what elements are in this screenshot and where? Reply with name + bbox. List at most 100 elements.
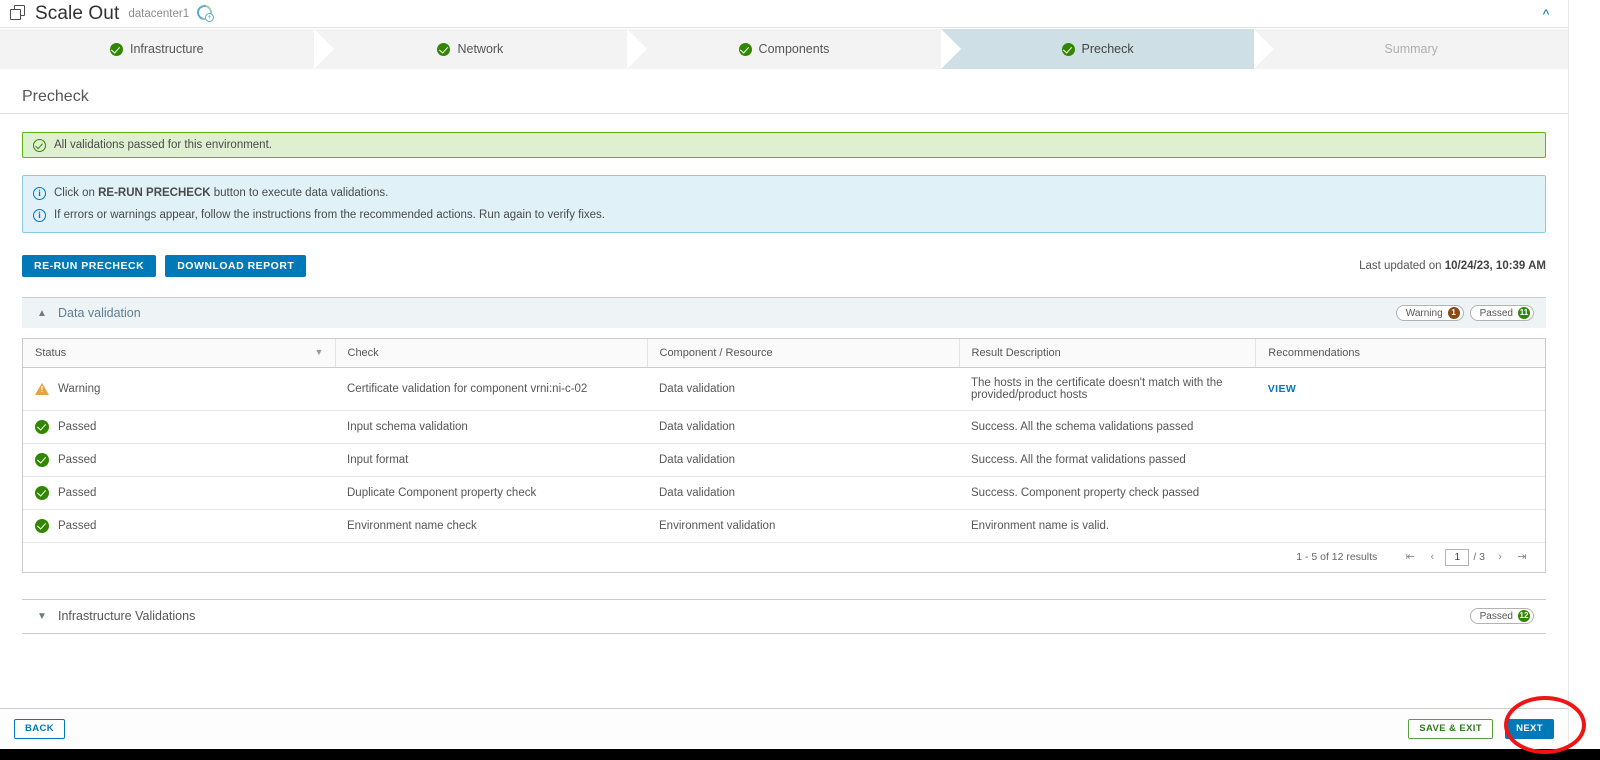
step-components[interactable]: Components (627, 29, 961, 69)
data-validation-accordion-header[interactable]: ▲ Data validation Warning 1 Passed 11 (22, 298, 1546, 328)
cell-status: Passed (23, 443, 335, 477)
last-page-icon[interactable]: ⇥ (1513, 548, 1531, 566)
info-circle-icon: i (33, 208, 46, 222)
step-infrastructure[interactable]: Infrastructure (0, 29, 334, 69)
cell-result: Environment name is valid. (971, 519, 1110, 532)
app-title: Scale Out (35, 2, 120, 24)
passed-badge-count: 12 (1518, 610, 1530, 622)
passed-badge-label: Passed (1479, 307, 1513, 319)
cell-status: Warning (23, 367, 335, 411)
column-header-status[interactable]: Status ▼ (23, 339, 336, 368)
success-check-icon (35, 452, 49, 467)
right-margin-strip (1568, 0, 1600, 749)
back-button[interactable]: BACK (14, 718, 66, 739)
infrastructure-validations-card: ▼ Infrastructure Validations Passed 12 (22, 598, 1546, 634)
table-header-row: Status ▼ Check Component / Resource Resu… (23, 339, 1545, 368)
cell-component: Data validation (647, 367, 959, 411)
step-label: Summary (1384, 42, 1438, 56)
cell-component: Environment validation (659, 519, 776, 532)
pagination-total-pages: / 3 (1473, 551, 1485, 563)
passed-badge-count: 11 (1518, 307, 1530, 319)
info-circle-icon: i (33, 186, 46, 200)
chevron-down-icon[interactable]: ▼ (36, 611, 48, 622)
data-validation-table: Status ▼ Check Component / Resource Resu… (23, 339, 1545, 542)
infrastructure-validations-badges: Passed 12 (1464, 608, 1534, 624)
table-row[interactable]: Warning Certificate validation for compo… (23, 367, 1545, 411)
table-row[interactable]: Passed Input format Data validation Succ… (23, 443, 1545, 477)
page-number-input[interactable] (1445, 548, 1470, 566)
table-pagination: 1 - 5 of 12 results ⇤ ‹ / 3 › ⇥ (23, 541, 1545, 572)
last-updated-value: 10/24/23, 10:39 AM (1444, 260, 1546, 272)
main-content: All validations passed for this environm… (0, 115, 1568, 634)
column-label: Check (347, 346, 379, 359)
warning-badge-label: Warning (1405, 307, 1443, 319)
cell-result: The hosts in the certificate doesn't mat… (959, 367, 1256, 411)
column-header-recommendations[interactable]: Recommendations (1255, 339, 1545, 368)
success-check-icon (738, 42, 752, 56)
cell-check: Input schema validation (335, 410, 647, 444)
app-header: Scale Out datacenter1 + ^ (0, 0, 1568, 28)
cell-component: Data validation (647, 443, 959, 477)
cell-recommendations: VIEW (1255, 367, 1545, 411)
column-header-result[interactable]: Result Description (959, 339, 1257, 368)
cell-check: Environment name check (347, 519, 477, 532)
infrastructure-validations-title: Infrastructure Validations (58, 609, 196, 623)
cell-status: Passed (23, 410, 335, 444)
pagination-results-label: 1 - 5 of 12 results (1296, 551, 1378, 563)
page-title-bar: Precheck (0, 80, 1568, 114)
table-row[interactable]: Passed Input schema validation Data vali… (23, 410, 1545, 444)
last-updated: Last updated on 10/24/23, 10:39 AM (1359, 260, 1546, 272)
cell-status: Passed (23, 476, 335, 510)
success-alert-text: All validations passed for this environm… (54, 139, 272, 151)
infrastructure-validations-accordion-header[interactable]: ▼ Infrastructure Validations Passed 12 (22, 600, 1546, 634)
status-text: Passed (58, 420, 97, 433)
last-updated-prefix: Last updated on (1359, 260, 1445, 272)
success-check-icon (109, 42, 123, 56)
table-row[interactable]: Passed Duplicate Component property chec… (23, 476, 1545, 510)
cell-result: Success. All the schema validations pass… (959, 410, 1256, 444)
info-alert-line-1: i Click on RE-RUN PRECHECK button to exe… (33, 184, 388, 202)
re-run-precheck-button[interactable]: RE-RUN PRECHECK (22, 255, 157, 277)
info-alert-line-2: i If errors or warnings appear, follow t… (33, 206, 605, 224)
download-report-button[interactable]: DOWNLOAD REPORT (165, 255, 307, 277)
stacked-squares-icon (10, 5, 27, 22)
view-link[interactable]: VIEW (1268, 383, 1296, 395)
action-row: RE-RUN PRECHECK DOWNLOAD REPORT Last upd… (22, 253, 1546, 279)
step-label: Components (758, 42, 830, 56)
status-text: Passed (58, 519, 97, 532)
cell-recommendations (1255, 476, 1545, 510)
cell-component: Data validation (647, 476, 959, 510)
success-check-icon (35, 419, 49, 434)
passed-badge-label: Passed (1479, 610, 1513, 622)
info-line2-text: If errors or warnings appear, follow the… (54, 209, 605, 221)
next-button[interactable]: NEXT (1505, 718, 1554, 739)
info-line1-strong: RE-RUN PRECHECK (98, 187, 211, 199)
environment-name: datacenter1 (128, 7, 190, 20)
prev-page-icon[interactable]: ‹ (1423, 548, 1441, 566)
wizard-footer: BACK SAVE & EXIT NEXT (0, 708, 1568, 748)
save-and-exit-button[interactable]: SAVE & EXIT (1408, 718, 1494, 739)
column-label: Component / Resource (659, 346, 773, 359)
next-page-icon[interactable]: › (1491, 548, 1509, 566)
step-label: Network (457, 42, 504, 56)
environment-add-icon: + (194, 2, 215, 23)
info-alert: i Click on RE-RUN PRECHECK button to exe… (22, 175, 1546, 233)
funnel-filter-icon[interactable]: ▼ (315, 347, 325, 357)
cell-recommendations (1255, 410, 1545, 444)
column-header-component[interactable]: Component / Resource (647, 339, 960, 368)
step-precheck[interactable]: Precheck (940, 29, 1275, 69)
table-row[interactable]: Passed Environment name check Environmen… (23, 509, 1545, 542)
cell-result: Success. Component property check passed (959, 476, 1256, 510)
cell-result: Success. All the format validations pass… (959, 443, 1256, 477)
passed-badge: Passed 11 (1469, 305, 1534, 321)
cell-check: Certificate validation for component vrn… (335, 367, 647, 411)
cell-status: Passed (23, 509, 335, 542)
chevron-double-up-icon[interactable]: ^ (1536, 4, 1556, 24)
data-validation-badges: Warning 1 Passed 11 (1390, 305, 1534, 321)
step-network[interactable]: Network (313, 29, 648, 69)
first-page-icon[interactable]: ⇤ (1401, 548, 1419, 566)
column-header-check[interactable]: Check (335, 339, 648, 368)
wizard-stepper: Infrastructure Network Components Preche… (0, 29, 1568, 69)
chevron-up-icon[interactable]: ▲ (36, 308, 48, 319)
info-line1-suffix: button to execute data validations. (210, 187, 389, 199)
